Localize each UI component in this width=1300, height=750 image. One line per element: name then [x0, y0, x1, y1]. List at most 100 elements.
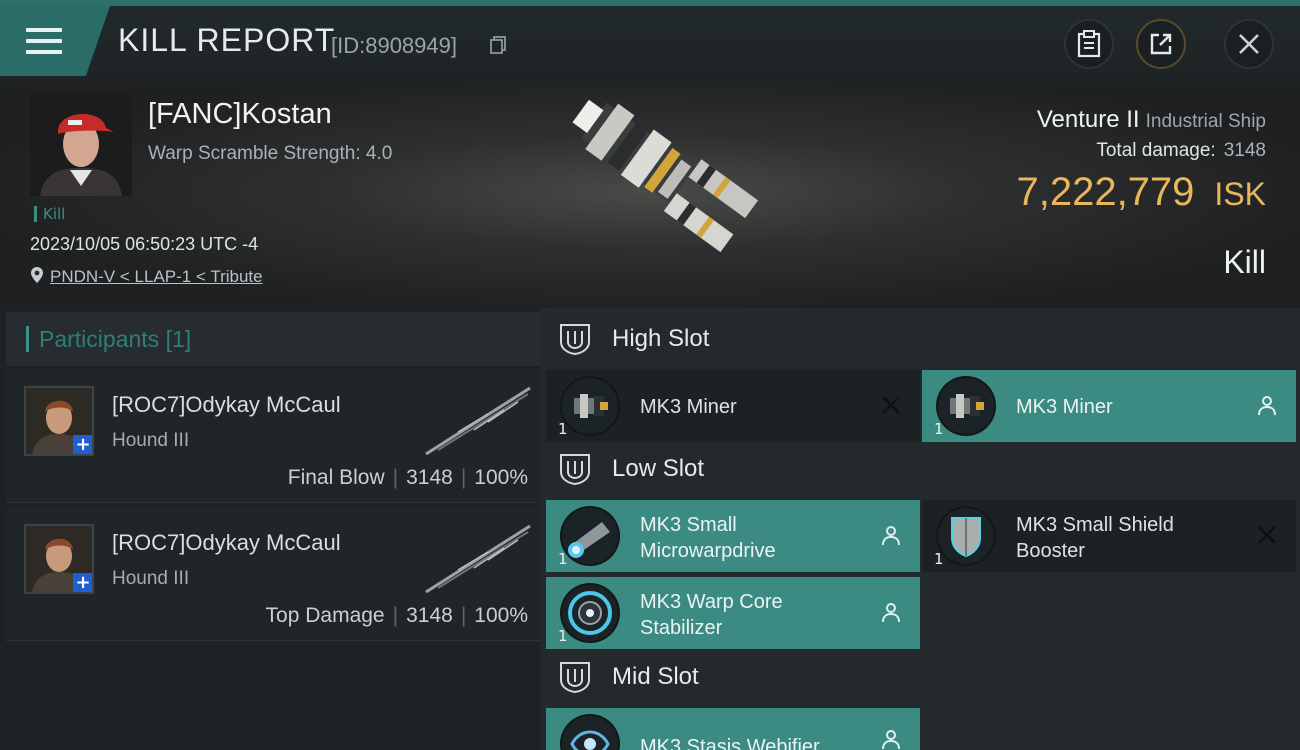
victim-name[interactable]: [FANC]Kostan — [148, 98, 332, 131]
close-button[interactable] — [1224, 19, 1274, 69]
module-quantity: 1 — [934, 420, 944, 438]
ship-name-text: Venture II — [1036, 106, 1140, 133]
participant-row[interactable]: + [ROC7]Odykay McCaul Hound III Top Dama… — [6, 506, 540, 641]
total-damage-label: Total damage: — [1096, 140, 1216, 161]
participant-damage: 3148 — [406, 604, 453, 627]
person-icon — [882, 730, 900, 750]
module-item[interactable]: 1 MK3 Small Shield Booster — [922, 500, 1296, 572]
total-damage-value: 3148 — [1223, 140, 1266, 161]
participants-count: [1] — [165, 326, 192, 352]
participant-role: Top Damage — [265, 604, 385, 627]
high-slot-label: High Slot — [612, 325, 710, 352]
module-name-line2: Booster — [1016, 540, 1085, 562]
hamburger-icon — [26, 28, 62, 56]
destroyed-icon — [1258, 526, 1276, 544]
isk-unit: ISK — [1214, 176, 1266, 212]
module-name: MK3 Miner — [1016, 396, 1113, 418]
shield-booster-icon — [936, 506, 996, 566]
module-name: MK3 Warp Core Stabilizer — [640, 589, 783, 641]
mid-slot-label: Mid Slot — [612, 663, 699, 690]
slot-shield-icon — [560, 662, 590, 694]
participant-name[interactable]: [ROC7]Odykay McCaul — [112, 530, 341, 556]
divider: | — [392, 604, 399, 627]
participant-row[interactable]: + [ROC7]Odykay McCaul Hound III Final Bl… — [6, 368, 540, 503]
slot-shield-icon — [560, 324, 590, 356]
location-pin-icon — [31, 267, 43, 283]
close-icon — [1239, 34, 1259, 54]
low-slot-heading: Low Slot — [558, 452, 704, 486]
clipboard-button[interactable] — [1064, 19, 1114, 69]
total-damage: Total damage: 3148 — [1096, 140, 1266, 162]
plus-icon: + — [73, 435, 92, 454]
page-title: KILL REPORT — [118, 22, 336, 58]
clipboard-icon — [1077, 30, 1101, 58]
isk-amount: 7,222,779 — [1016, 170, 1195, 214]
plus-icon: + — [73, 573, 92, 592]
module-name: MK3 Stasis Webifier — [640, 736, 820, 750]
stasis-webifier-icon — [560, 714, 620, 750]
mid-slot-heading: Mid Slot — [558, 660, 699, 694]
person-icon — [1258, 396, 1276, 416]
low-slot-label: Low Slot — [612, 455, 705, 482]
participant-name[interactable]: [ROC7]Odykay McCaul — [112, 392, 341, 418]
isk-value: 7,222,779 ISK — [1016, 170, 1266, 215]
module-item[interactable]: 1 MK3 Miner — [922, 370, 1296, 442]
participant-damage: 3148 — [406, 466, 453, 489]
copy-icon[interactable] — [490, 36, 506, 54]
module-quantity: 1 — [934, 550, 944, 568]
result-label: Kill — [1223, 244, 1266, 280]
high-slot-heading: High Slot — [558, 322, 709, 356]
miner-icon — [936, 376, 996, 436]
module-name-line2: Stabilizer — [640, 617, 723, 639]
module-item[interactable]: 1 MK3 Miner — [546, 370, 920, 442]
module-name-line2: Microwarpdrive — [640, 540, 776, 562]
participant-ship: Hound III — [112, 430, 190, 451]
share-icon — [1150, 33, 1172, 55]
divider: | — [392, 466, 399, 489]
module-name: MK3 Small Microwarpdrive — [640, 512, 776, 564]
participant-role: Final Blow — [287, 466, 385, 489]
participant-avatar[interactable]: + — [24, 524, 94, 594]
module-name: MK3 Small Shield Booster — [1016, 512, 1174, 564]
warp-scramble-strength: Warp Scramble Strength: 4.0 — [148, 143, 393, 164]
module-name-line1: MK3 Warp Core — [640, 591, 783, 613]
kill-datetime: 2023/10/05 06:50:23 UTC -4 — [30, 234, 259, 254]
module-name: MK3 Miner — [640, 396, 737, 418]
participants-label: Participants — [39, 326, 160, 352]
module-item[interactable]: 1 MK3 Warp Core Stabilizer — [546, 577, 920, 649]
module-item[interactable]: 1 MK3 Small Microwarpdrive — [546, 500, 920, 572]
ship-name[interactable]: Venture II Industrial Ship — [1037, 106, 1266, 134]
participant-stats: Final Blow | 3148 | 100% — [288, 466, 528, 490]
ship-class: Industrial Ship — [1145, 111, 1266, 132]
ship-model-icon — [572, 99, 759, 253]
divider: | — [460, 466, 467, 489]
participant-ship: Hound III — [112, 568, 190, 589]
participant-stats: Top Damage | 3148 | 100% — [266, 604, 528, 628]
participant-percent: 100% — [474, 466, 528, 489]
participant-percent: 100% — [474, 604, 528, 627]
microwarpdrive-icon — [560, 506, 620, 566]
module-quantity: 1 — [558, 627, 568, 645]
person-icon — [882, 603, 900, 623]
destroyed-icon — [882, 396, 900, 414]
participant-avatar[interactable]: + — [24, 386, 94, 456]
weapon-icon — [425, 386, 531, 456]
weapon-icon — [425, 524, 531, 594]
share-button[interactable] — [1136, 19, 1186, 69]
module-quantity: 1 — [558, 420, 568, 438]
kill-tag: Kill — [34, 206, 65, 222]
report-id: [ID:8908949] — [331, 33, 457, 58]
module-item[interactable]: MK3 Stasis Webifier — [546, 708, 920, 750]
miner-icon — [560, 376, 620, 436]
portrait-icon — [30, 94, 132, 196]
victim-avatar[interactable] — [30, 94, 132, 196]
person-icon — [882, 526, 900, 546]
module-name-line1: MK3 Small Shield — [1016, 514, 1174, 536]
divider: | — [460, 604, 467, 627]
module-name-line1: MK3 Small — [640, 514, 737, 536]
slot-shield-icon — [560, 454, 590, 486]
module-quantity: 1 — [558, 550, 568, 568]
location-link[interactable]: PNDN-V < LLAP-1 < Tribute — [30, 266, 263, 287]
location-text[interactable]: PNDN-V < LLAP-1 < Tribute — [50, 267, 263, 286]
warp-core-stabilizer-icon — [560, 583, 620, 643]
